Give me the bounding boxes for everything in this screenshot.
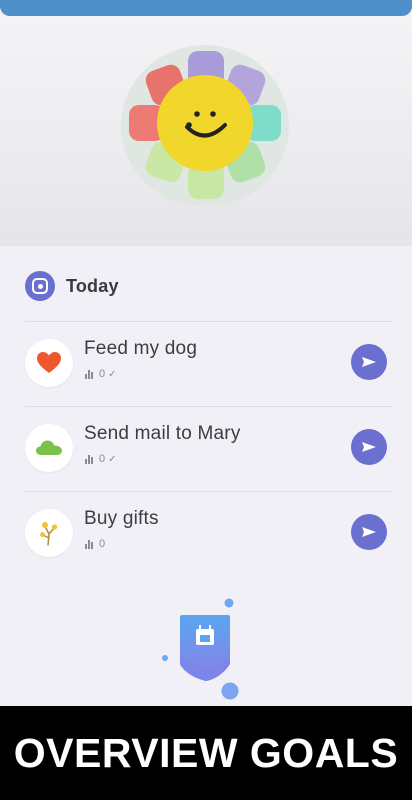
goal-stats: 0 ✓ [85,367,117,381]
section-label: Today [66,275,119,296]
goal-count: 0 [99,368,106,380]
goal-item-feed-my-dog[interactable]: Feed my dog 0 ✓ [25,324,392,404]
today-section-header: Today [25,271,119,301]
send-arrow-icon [362,527,376,537]
goal-title: Buy gifts [84,508,159,529]
divider [25,406,392,407]
cloud-icon [25,424,73,472]
goal-count: 0 [99,453,106,465]
send-arrow-icon [362,442,376,452]
goal-title: Send mail to Mary [84,423,241,444]
send-arrow-icon [362,357,376,367]
hero-wave-edge [0,228,412,242]
start-goal-button[interactable] [351,514,387,550]
stats-bars-icon [85,539,94,549]
divider [25,491,392,492]
smiling-flower-icon [121,45,289,207]
goal-item-buy-gifts[interactable]: Buy gifts 0 [25,494,392,574]
stats-bars-icon [85,454,94,464]
flower-branch-icon [25,509,73,557]
divider [25,321,392,322]
caption-banner: OVERVIEW GOALS [0,706,412,800]
goal-stats: 0 ✓ [85,452,117,466]
caption-text: OVERVIEW GOALS [13,729,399,776]
check-icon: ✓ [108,453,117,465]
check-icon: ✓ [108,368,117,380]
heart-icon [25,339,73,387]
stats-bars-icon [85,369,94,379]
today-calendar-icon [25,271,55,301]
goal-count: 0 [99,538,106,550]
calendar-badge-icon [162,598,239,700]
status-bar [0,0,412,16]
goal-stats: 0 [85,537,105,551]
start-goal-button[interactable] [351,344,387,380]
start-goal-button[interactable] [351,429,387,465]
goal-title: Feed my dog [84,338,198,359]
goal-item-send-mail[interactable]: Send mail to Mary 0 ✓ [25,409,392,489]
